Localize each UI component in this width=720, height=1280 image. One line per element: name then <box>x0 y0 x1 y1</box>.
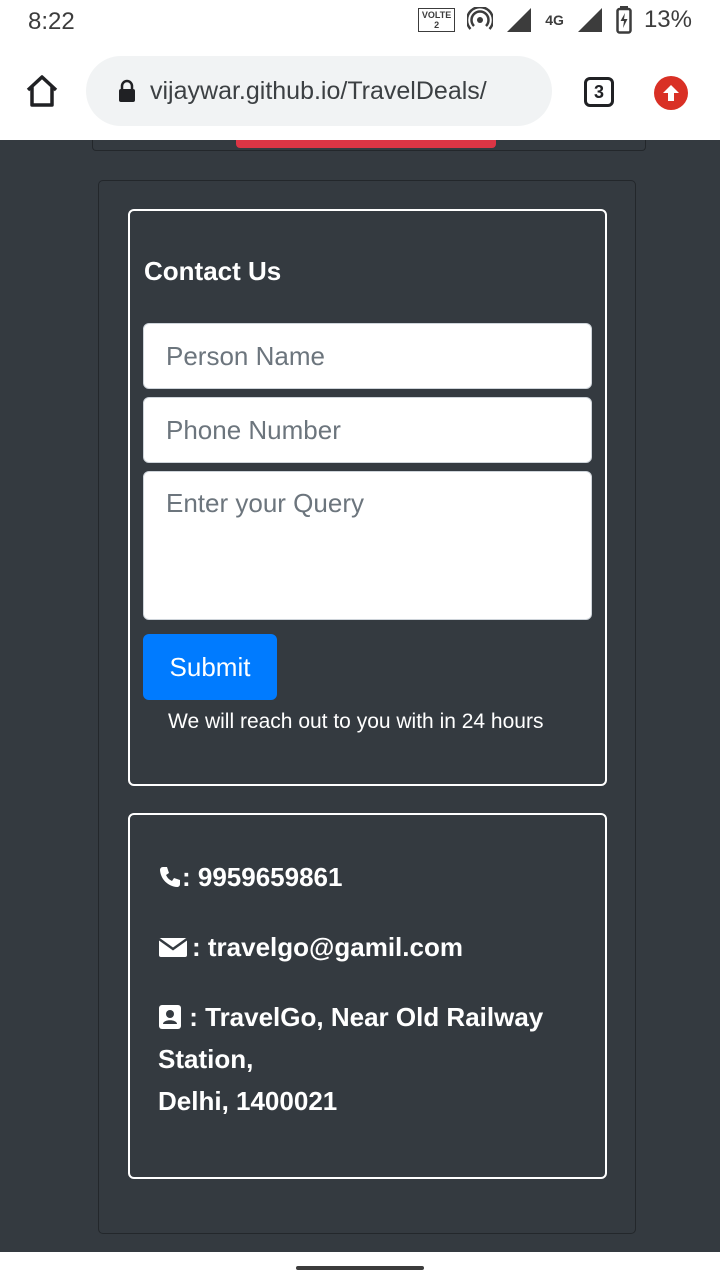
phone-icon <box>160 867 180 887</box>
browser-toolbar: vijaywar.github.io/TravelDeals/ 3 <box>0 44 720 140</box>
address-line2: Delhi, 1400021 <box>158 1086 338 1116</box>
contact-title: Contact Us <box>144 256 282 286</box>
navigation-bar <box>0 1252 720 1280</box>
address-bar[interactable]: vijaywar.github.io/TravelDeals/ <box>86 56 552 126</box>
hotspot-icon <box>467 7 494 30</box>
status-icons: VOLTE 2 4G 13% <box>417 6 692 34</box>
battery-icon <box>616 6 632 34</box>
lock-icon <box>119 79 135 102</box>
volte-label: VOLTE <box>421 10 452 20</box>
address-card-icon <box>159 1005 181 1029</box>
phone-number-input[interactable] <box>143 397 592 463</box>
arrow-up-icon <box>663 85 679 101</box>
home-icon <box>26 75 58 107</box>
gesture-handle[interactable] <box>296 1266 424 1270</box>
url-text: vijaywar.github.io/TravelDeals/ <box>150 76 487 105</box>
address-line1: : TravelGo, Near Old Railway Station, <box>158 1002 544 1074</box>
battery-percent: 13% <box>643 6 692 33</box>
status-time: 8:22 <box>28 8 75 35</box>
address-info: : TravelGo, Near Old Railway Station, De… <box>158 996 578 1122</box>
volte-sim: 2 <box>434 20 440 30</box>
envelope-icon <box>158 937 188 957</box>
page-content: Contact Us Submit We will reach out to y… <box>0 140 720 1252</box>
previous-card-button[interactable] <box>236 140 496 148</box>
signal-icon <box>507 8 532 32</box>
response-note: We will reach out to you with in 24 hour… <box>168 710 544 733</box>
update-button[interactable] <box>654 76 688 110</box>
phone-text: : 9959659861 <box>182 862 343 892</box>
submit-button[interactable]: Submit <box>143 634 277 700</box>
query-textarea[interactable] <box>143 471 592 620</box>
email-info: : travelgo@gamil.com <box>158 926 463 968</box>
volte-icon: VOLTE 2 <box>417 8 456 32</box>
network-type: 4G <box>545 12 564 28</box>
tab-switcher-button[interactable]: 3 <box>584 77 614 107</box>
status-bar: 8:22 VOLTE 2 4G 13% <box>0 0 720 44</box>
person-name-input[interactable] <box>143 323 592 389</box>
email-text: : travelgo@gamil.com <box>192 932 463 962</box>
signal-icon-2 <box>577 8 602 32</box>
home-button[interactable] <box>22 72 62 112</box>
phone-info: : 9959659861 <box>158 856 342 898</box>
